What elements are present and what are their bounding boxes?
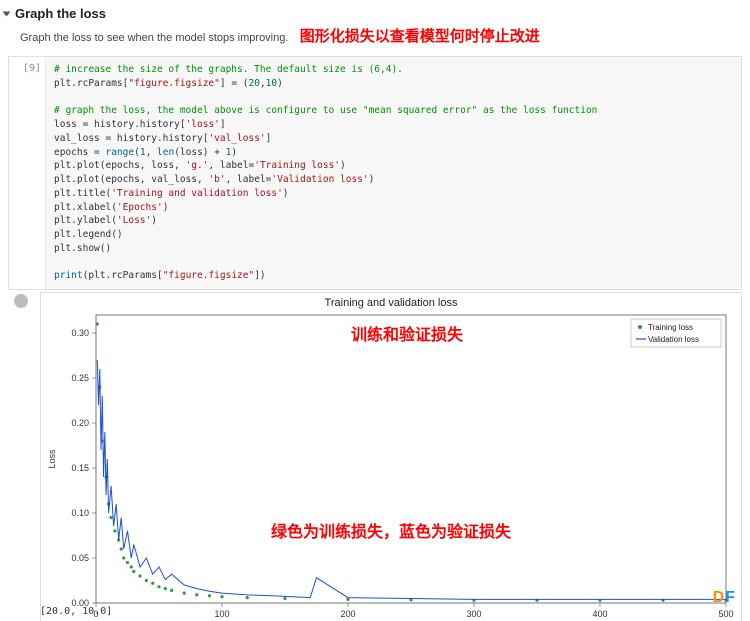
output-area: Training and validation loss010020030040…	[8, 292, 742, 621]
loss-chart: Training and validation loss010020030040…	[41, 293, 741, 621]
svg-text:Training loss: Training loss	[648, 323, 693, 332]
code-cell[interactable]: [9] # increase the size of the graphs. T…	[8, 56, 742, 290]
svg-text:Loss: Loss	[47, 449, 57, 469]
section-header[interactable]: Graph the loss	[0, 0, 750, 23]
svg-text:200: 200	[340, 609, 355, 619]
svg-text:0.15: 0.15	[71, 463, 89, 473]
description-en: Graph the loss to see when the model sto…	[20, 32, 288, 44]
code-editor[interactable]: # increase the size of the graphs. The d…	[45, 57, 741, 289]
svg-text:300: 300	[466, 609, 481, 619]
svg-text:500: 500	[718, 609, 733, 619]
svg-text:0.20: 0.20	[71, 418, 89, 428]
collapse-icon[interactable]	[3, 11, 11, 16]
svg-text:100: 100	[214, 609, 229, 619]
section-title: Graph the loss	[15, 6, 106, 21]
svg-text:Training and validation loss: Training and validation loss	[325, 297, 458, 309]
description-cn: 图形化损失以查看模型何时停止改进	[300, 28, 540, 45]
output-icon[interactable]	[14, 294, 28, 308]
section-description: Graph the loss to see when the model sto…	[0, 23, 750, 52]
cell-prompt: [9]	[9, 57, 45, 289]
watermark: DF	[713, 589, 736, 607]
watermark-f: F	[725, 589, 736, 606]
stdout-text: [20.0, 10.0]	[40, 606, 112, 617]
svg-text:400: 400	[592, 609, 607, 619]
svg-text:0.30: 0.30	[71, 328, 89, 338]
svg-text:0.10: 0.10	[71, 508, 89, 518]
chart-container: Training and validation loss010020030040…	[40, 292, 742, 621]
svg-text:Validation loss: Validation loss	[648, 335, 699, 344]
watermark-d: D	[713, 589, 726, 606]
svg-text:0.05: 0.05	[71, 553, 89, 563]
svg-text:0.25: 0.25	[71, 373, 89, 383]
